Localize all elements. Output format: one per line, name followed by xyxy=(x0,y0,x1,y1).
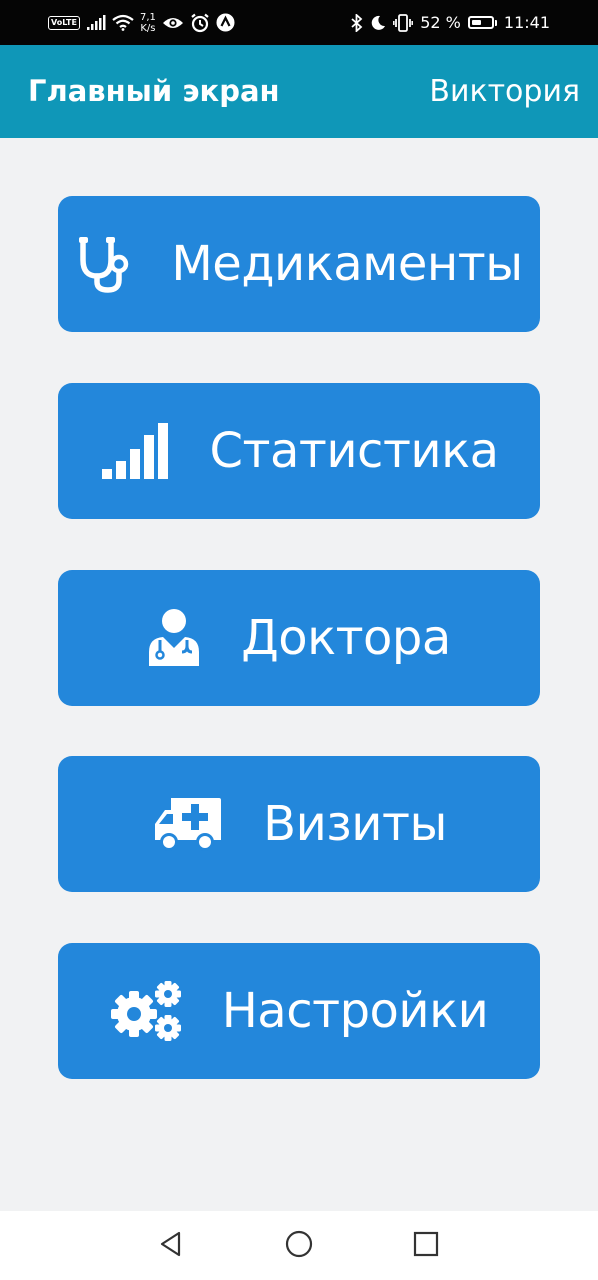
visits-label: Визиты xyxy=(263,796,447,852)
app-notification-icon xyxy=(216,13,235,32)
medications-label: Медикаменты xyxy=(171,236,523,292)
settings-button[interactable]: Настройки xyxy=(58,943,540,1079)
wifi-icon xyxy=(112,14,134,31)
status-right: 52 % 11:41 xyxy=(351,0,550,45)
speed-value: 7,1 xyxy=(139,11,156,23)
page-title: Главный экран xyxy=(28,74,280,108)
visits-button[interactable]: Визиты xyxy=(58,756,540,892)
app-bar: Главный экран Виктория xyxy=(0,45,598,138)
clock: 11:41 xyxy=(503,13,550,32)
back-triangle-icon xyxy=(157,1230,185,1262)
stethoscope-icon xyxy=(75,234,131,294)
settings-label: Настройки xyxy=(221,983,489,1039)
bluetooth-icon xyxy=(351,13,363,32)
signal-bars-icon xyxy=(100,421,170,481)
doctor-icon xyxy=(147,608,201,668)
battery-percent: 52 % xyxy=(420,13,461,32)
statistics-label: Статистика xyxy=(209,423,500,479)
doctors-label: Доктора xyxy=(241,610,451,666)
signal-icon xyxy=(86,14,106,31)
doctors-button[interactable]: Доктора xyxy=(58,570,540,706)
statistics-button[interactable]: Статистика xyxy=(58,383,540,519)
status-left: VoLTE 7,1 K/s xyxy=(48,0,235,45)
recent-square-icon xyxy=(412,1230,440,1262)
status-bar: VoLTE 7,1 K/s 52 % 11:41 xyxy=(0,0,598,45)
moon-icon xyxy=(370,15,386,31)
network-speed: 7,1 K/s xyxy=(140,12,156,34)
recent-apps-button[interactable] xyxy=(396,1211,456,1280)
user-name[interactable]: Виктория xyxy=(429,45,580,138)
eye-icon xyxy=(162,16,184,30)
alarm-icon xyxy=(190,13,210,33)
home-button[interactable] xyxy=(269,1211,329,1280)
medications-button[interactable]: Медикаменты xyxy=(58,196,540,332)
vibrate-icon xyxy=(393,13,414,32)
home-circle-icon xyxy=(284,1229,314,1263)
system-nav-bar xyxy=(0,1211,598,1280)
gears-icon xyxy=(110,980,182,1042)
speed-unit: K/s xyxy=(140,22,156,34)
battery-icon xyxy=(467,16,497,29)
back-button[interactable] xyxy=(141,1211,201,1280)
volte-badge: VoLTE xyxy=(48,15,80,30)
ambulance-icon xyxy=(151,794,223,854)
